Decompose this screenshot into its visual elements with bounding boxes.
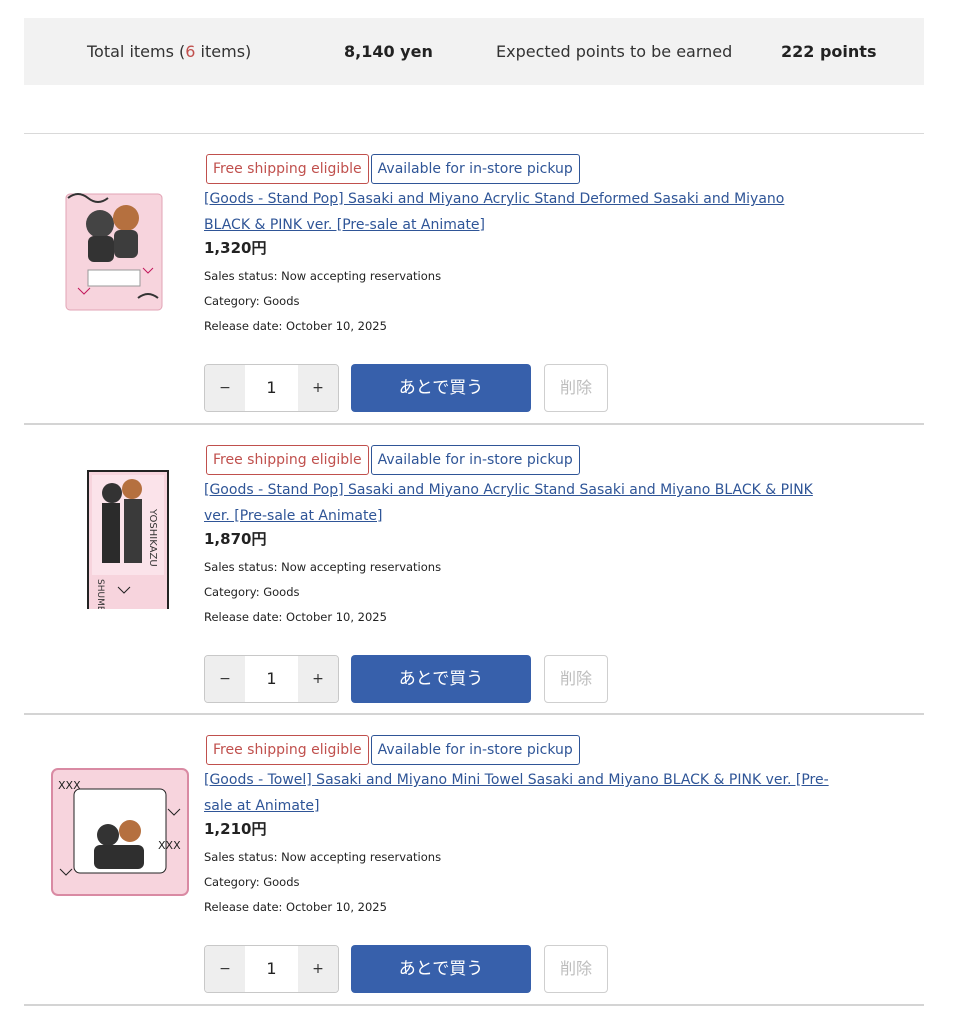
- svg-text:YOSHIKAZU: YOSHIKAZU: [147, 508, 158, 567]
- decrease-quantity-button[interactable]: −: [205, 656, 245, 702]
- product-title-link[interactable]: [Goods - Towel] Sasaki and Miyano Mini T…: [204, 767, 834, 819]
- delete-button[interactable]: 削除: [544, 655, 608, 703]
- mini-towel-image[interactable]: XXX XXX: [38, 739, 198, 899]
- divider: [24, 1004, 924, 1006]
- increase-quantity-button[interactable]: +: [298, 365, 338, 411]
- product-category: Category: Goods: [204, 585, 300, 599]
- product-price: 1,210円: [204, 820, 267, 838]
- quantity-value[interactable]: 1: [245, 946, 298, 992]
- store-pickup-badge: Available for in-store pickup: [370, 735, 580, 765]
- store-pickup-badge: Available for in-store pickup: [370, 154, 580, 184]
- tall-acrylic-stand-image[interactable]: YOSHIKAZU SHUMEI: [38, 449, 198, 609]
- quantity-value[interactable]: 1: [245, 656, 298, 702]
- sales-status: Sales status: Now accepting reservations: [204, 269, 442, 283]
- increase-quantity-button[interactable]: +: [298, 656, 338, 702]
- buy-later-button[interactable]: あとで買う: [351, 945, 531, 993]
- total-items: Total items (6 items): [87, 42, 252, 61]
- svg-text:XXX: XXX: [158, 839, 181, 852]
- acrylic-stand-image[interactable]: [38, 158, 198, 318]
- item-badges: Free shipping eligible Available for in-s…: [206, 735, 582, 765]
- product-title-link[interactable]: [Goods - Stand Pop] Sasaki and Miyano Ac…: [204, 186, 834, 238]
- expected-points-label: Expected points to be earned: [496, 42, 733, 61]
- product-category: Category: Goods: [204, 294, 300, 308]
- delete-button[interactable]: 削除: [544, 945, 608, 993]
- sales-status: Sales status: Now accepting reservations: [204, 850, 442, 864]
- expected-points-value: 222 points: [781, 42, 877, 61]
- product-title-link[interactable]: [Goods - Stand Pop] Sasaki and Miyano Ac…: [204, 477, 834, 529]
- delete-button[interactable]: 削除: [544, 364, 608, 412]
- buy-later-button[interactable]: あとで買う: [351, 364, 531, 412]
- free-shipping-badge: Free shipping eligible: [206, 445, 369, 475]
- svg-text:XXX: XXX: [58, 779, 81, 792]
- store-pickup-badge: Available for in-store pickup: [370, 445, 580, 475]
- release-date: Release date: October 10, 2025: [204, 900, 387, 914]
- cart-item: XXX XXX Free shipping eligible Available …: [24, 715, 924, 1005]
- release-date: Release date: October 10, 2025: [204, 319, 387, 333]
- quantity-value[interactable]: 1: [245, 365, 298, 411]
- item-badges: Free shipping eligible Available for in-s…: [206, 445, 582, 475]
- quantity-stepper: − 1 +: [204, 655, 339, 703]
- svg-text:SHUMEI: SHUMEI: [95, 579, 105, 609]
- buy-later-button[interactable]: あとで買う: [351, 655, 531, 703]
- item-badges: Free shipping eligible Available for in-s…: [206, 154, 582, 184]
- cart-item: Free shipping eligible Available for in-s…: [24, 134, 924, 424]
- total-items-count: 6: [185, 42, 196, 61]
- product-price: 1,320円: [204, 239, 267, 257]
- increase-quantity-button[interactable]: +: [298, 946, 338, 992]
- decrease-quantity-button[interactable]: −: [205, 946, 245, 992]
- quantity-stepper: − 1 +: [204, 945, 339, 993]
- free-shipping-badge: Free shipping eligible: [206, 154, 369, 184]
- sales-status: Sales status: Now accepting reservations: [204, 560, 442, 574]
- free-shipping-badge: Free shipping eligible: [206, 735, 369, 765]
- cart-item: YOSHIKAZU SHUMEI Free shipping eligible A…: [24, 425, 924, 715]
- release-date: Release date: October 10, 2025: [204, 610, 387, 624]
- quantity-stepper: − 1 +: [204, 364, 339, 412]
- total-amount: 8,140 yen: [344, 42, 433, 61]
- cart-summary: Total items (6 items) 8,140 yen Expected…: [24, 18, 924, 85]
- product-price: 1,870円: [204, 530, 267, 548]
- decrease-quantity-button[interactable]: −: [205, 365, 245, 411]
- product-category: Category: Goods: [204, 875, 300, 889]
